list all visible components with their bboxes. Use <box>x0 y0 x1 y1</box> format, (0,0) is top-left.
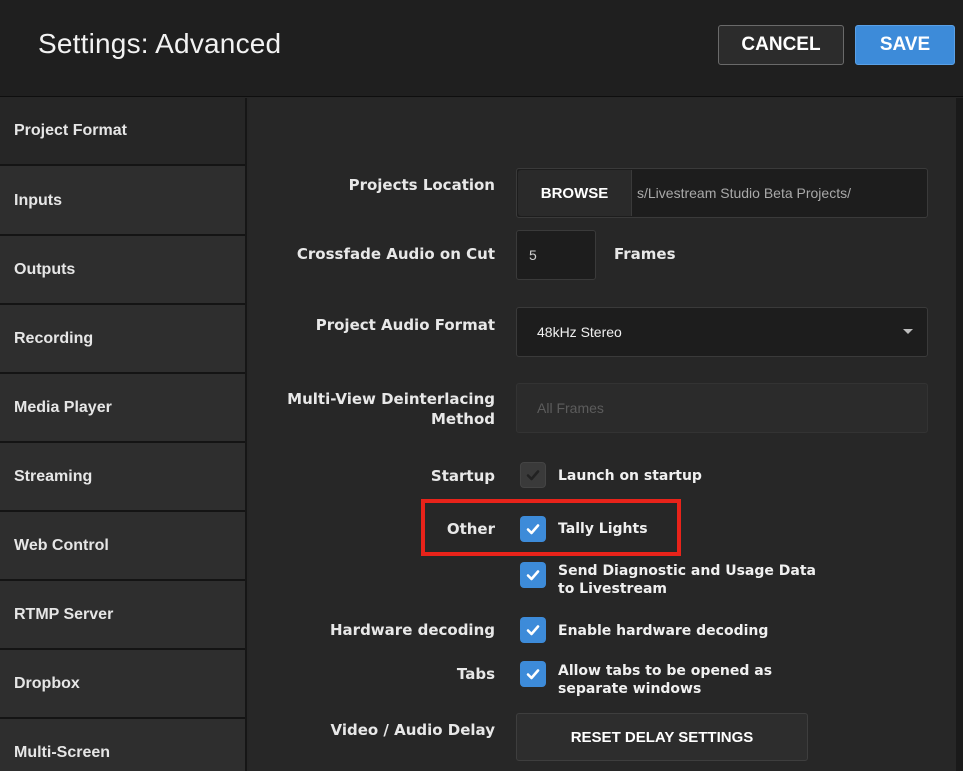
sidebar-item-media-player[interactable]: Media Player <box>0 375 245 443</box>
page-edge <box>963 0 969 771</box>
startup-label: Startup <box>430 467 495 485</box>
frames-unit-label: Frames <box>614 245 676 263</box>
sidebar-item-outputs[interactable]: Outputs <box>0 237 245 305</box>
projects-location-field: BROWSE s/Livestream Studio Beta Projects… <box>516 168 928 218</box>
diagnostic-line2: to Livestream <box>558 581 667 597</box>
sidebar-item-project-format[interactable]: Project Format <box>0 98 245 166</box>
page-title: Settings: Advanced <box>38 28 282 59</box>
tabs-separate-windows-checkbox[interactable] <box>520 661 546 687</box>
checkmark-icon <box>526 669 540 680</box>
sidebar-item-dropbox[interactable]: Dropbox <box>0 651 245 719</box>
tabs-label: Tabs <box>456 665 495 683</box>
hardware-decoding-label: Hardware decoding <box>330 621 495 639</box>
highlight-box <box>421 499 681 556</box>
scrollbar[interactable] <box>956 98 963 771</box>
checkmark-icon <box>526 570 540 581</box>
checkmark-icon <box>526 470 540 481</box>
audio-format-label: Project Audio Format <box>315 316 495 334</box>
checkmark-icon <box>526 625 540 636</box>
launch-on-startup-label: Launch on startup <box>558 468 702 484</box>
delay-label: Video / Audio Delay <box>330 721 495 739</box>
projects-path-text: s/Livestream Studio Beta Projects/ <box>637 185 851 201</box>
sidebar-item-multi-screen[interactable]: Multi-Screen <box>0 720 245 771</box>
deinterlacing-label-line1: Multi-View Deinterlacing <box>287 390 495 408</box>
settings-window: Settings: Advanced CANCEL SAVE Project F… <box>0 0 963 771</box>
tabs-option-line1: Allow tabs to be opened as <box>558 663 773 679</box>
diagnostic-line1: Send Diagnostic and Usage Data <box>558 563 816 579</box>
crossfade-frames-input[interactable]: 5 <box>516 230 596 280</box>
audio-format-value: 48kHz Stereo <box>537 324 622 340</box>
deinterlacing-label: Multi-View Deinterlacing Method <box>287 389 495 429</box>
deinterlacing-label-line2: Method <box>431 410 495 428</box>
sidebar-item-recording[interactable]: Recording <box>0 306 245 374</box>
tabs-option-label: Allow tabs to be opened as separate wind… <box>558 662 772 698</box>
sidebar-item-web-control[interactable]: Web Control <box>0 513 245 581</box>
deinterlacing-select: All Frames <box>516 383 928 433</box>
header-bar: Settings: Advanced CANCEL SAVE <box>0 0 963 97</box>
chevron-down-icon <box>903 329 913 334</box>
browse-button[interactable]: BROWSE <box>518 170 632 216</box>
tabs-option-line2: separate windows <box>558 681 702 697</box>
diagnostic-data-label: Send Diagnostic and Usage Data to Livest… <box>558 562 816 598</box>
cancel-button[interactable]: CANCEL <box>718 25 844 65</box>
save-button[interactable]: SAVE <box>855 25 955 65</box>
launch-on-startup-checkbox <box>520 462 546 488</box>
projects-location-label: Projects Location <box>348 176 495 194</box>
sidebar: Project Format Inputs Outputs Recording … <box>0 98 247 771</box>
reset-delay-button[interactable]: RESET DELAY SETTINGS <box>516 713 808 761</box>
audio-format-select[interactable]: 48kHz Stereo <box>516 307 928 357</box>
sidebar-item-streaming[interactable]: Streaming <box>0 444 245 512</box>
sidebar-item-rtmp-server[interactable]: RTMP Server <box>0 582 245 650</box>
sidebar-item-inputs[interactable]: Inputs <box>0 168 245 236</box>
crossfade-label: Crossfade Audio on Cut <box>296 245 495 263</box>
hardware-decoding-option: Enable hardware decoding <box>558 623 769 639</box>
hardware-decoding-checkbox[interactable] <box>520 617 546 643</box>
diagnostic-data-checkbox[interactable] <box>520 562 546 588</box>
